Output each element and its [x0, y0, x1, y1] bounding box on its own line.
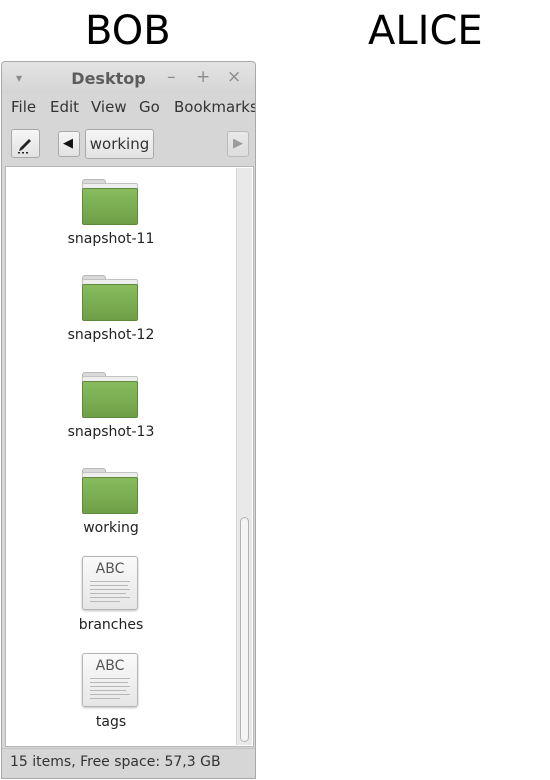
label-bob: BOB [85, 8, 171, 54]
menu-file[interactable]: File [11, 98, 36, 116]
vertical-scrollbar[interactable] [236, 168, 252, 745]
menu-go[interactable]: Go [139, 98, 160, 116]
text-file-icon: ABC [82, 556, 138, 610]
edit-location-button[interactable] [11, 129, 40, 158]
close-button[interactable]: × [227, 67, 241, 87]
minimize-button[interactable]: – [167, 67, 176, 87]
file-name: working [83, 520, 139, 536]
text-file-icon: ABC [82, 653, 138, 707]
scrollbar-thumb[interactable] [240, 517, 249, 742]
file-item-branches[interactable]: ABC branches [6, 556, 216, 636]
file-item-snapshot-11[interactable]: snapshot-11 [6, 179, 216, 251]
status-text: 15 items, Free space: 57,3 GB [10, 754, 221, 770]
file-name: tags [95, 714, 127, 730]
file-item-snapshot-12[interactable]: snapshot-12 [6, 275, 216, 347]
menu-bookmarks[interactable]: Bookmarks [174, 98, 255, 116]
menu-edit[interactable]: Edit [50, 98, 79, 116]
file-item-tags[interactable]: ABC tags [6, 653, 216, 733]
file-preview-text: ABC [95, 658, 125, 674]
file-name: snapshot-11 [67, 231, 155, 247]
folder-icon [82, 179, 138, 225]
file-name: branches [78, 617, 144, 633]
file-name: snapshot-13 [67, 424, 155, 440]
file-manager-window: ▾ Desktop – + × File Edit View Go Bookma… [1, 61, 256, 779]
pencil-icon [18, 139, 31, 154]
folder-icon [82, 372, 138, 418]
file-item-working[interactable]: working [6, 468, 216, 540]
path-forward-button[interactable]: ▶ [227, 131, 249, 157]
titlebar[interactable]: ▾ Desktop – + × [2, 62, 255, 94]
menubar: File Edit View Go Bookmarks [2, 94, 255, 120]
window-title: Desktop [71, 69, 146, 88]
file-view[interactable]: snapshot-11 snapshot-12 snapshot-13 work… [5, 166, 254, 747]
folder-icon [82, 468, 138, 514]
file-name: snapshot-12 [67, 327, 155, 343]
file-preview-text: ABC [95, 561, 125, 577]
folder-icon [82, 275, 138, 321]
menu-view[interactable]: View [91, 98, 127, 116]
label-alice: ALICE [368, 8, 483, 54]
left-arrow-icon: ◀ [63, 136, 73, 151]
file-item-snapshot-13[interactable]: snapshot-13 [6, 372, 216, 444]
right-arrow-icon: ▶ [233, 136, 243, 151]
path-back-button[interactable]: ◀ [58, 131, 80, 157]
statusbar: 15 items, Free space: 57,3 GB [2, 748, 255, 778]
maximize-button[interactable]: + [196, 67, 210, 87]
path-button-working[interactable]: working [85, 129, 154, 159]
toolbar: ◀ working ▶ [2, 120, 255, 166]
